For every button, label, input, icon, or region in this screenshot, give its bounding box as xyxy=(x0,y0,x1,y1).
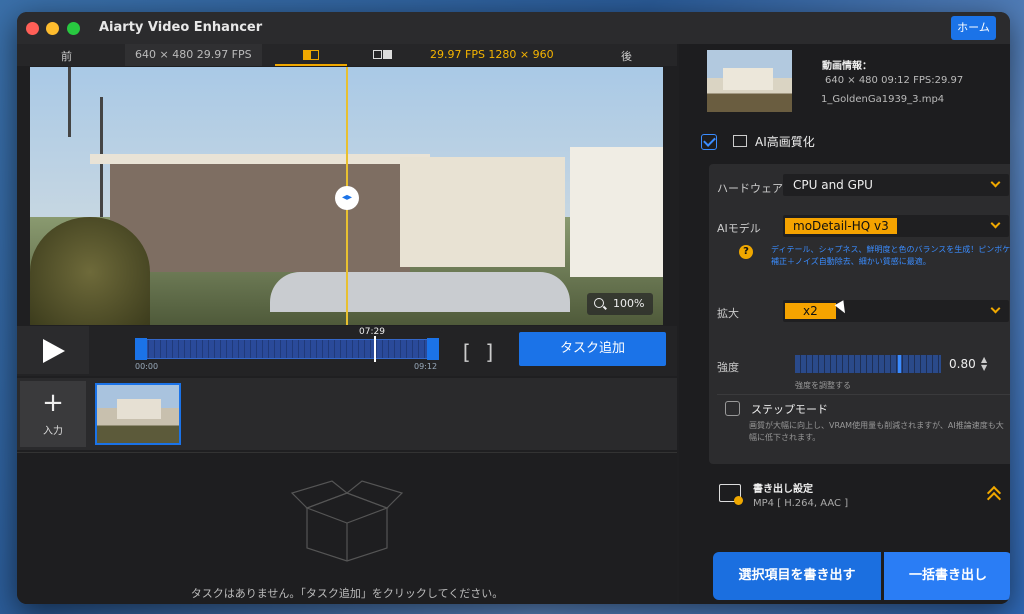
plus-icon: + xyxy=(42,388,64,418)
zoom-value: 100% xyxy=(613,297,645,310)
task-list-area: タスクはありません。「タスク追加」をクリックしてください。 xyxy=(17,452,677,604)
timeline-track[interactable] xyxy=(136,339,438,359)
video-thumbnail xyxy=(707,50,792,112)
help-icon[interactable]: ? xyxy=(739,245,753,259)
step-mode-title: ステップモード xyxy=(751,403,828,416)
export-settings[interactable]: 書き出し設定 MP4 [ H.264, AAC ] xyxy=(709,476,1010,528)
minimize-window-button[interactable] xyxy=(46,22,59,35)
play-icon xyxy=(43,339,65,363)
split-view-toggle[interactable] xyxy=(275,44,347,66)
building-image xyxy=(90,154,430,272)
ai-enhance-header: AI高画質化 xyxy=(693,130,1002,162)
settings-panel: 動画情報： 640 × 480 09:12 FPS:29.97 1_Golden… xyxy=(679,44,1010,604)
timeline-current-time: 07:29 xyxy=(359,327,385,337)
clip-strip: + 入力 xyxy=(17,378,677,450)
chevron-down-icon xyxy=(990,177,1001,188)
compare-bar: 前 640 × 480 29.97 FPS 29.97 FPS 1280 × 9… xyxy=(17,44,677,66)
zoom-indicator[interactable]: 100% xyxy=(587,293,653,315)
export-all-button[interactable]: 一括書き出し xyxy=(884,552,1010,600)
clip-thumbnail[interactable] xyxy=(95,383,181,445)
transport-bar: 07:29 00:00 09:12 [ ] タスク追加 xyxy=(17,326,677,376)
zoom-window-button[interactable] xyxy=(67,22,80,35)
ai-enhance-title: AI高画質化 xyxy=(755,135,815,149)
trim-start-handle[interactable] xyxy=(135,338,147,360)
empty-box-icon xyxy=(290,480,404,562)
home-button[interactable]: ホーム xyxy=(951,16,996,40)
magnifier-icon xyxy=(594,298,604,308)
strength-label: 強度 xyxy=(717,361,739,374)
close-window-button[interactable] xyxy=(26,22,39,35)
add-input-button[interactable]: + 入力 xyxy=(20,381,86,447)
add-task-button[interactable]: タスク追加 xyxy=(519,332,666,366)
title-bar: Aiarty Video Enhancer ホーム xyxy=(17,12,1010,44)
split-view-icon xyxy=(303,50,319,60)
timeline-start-time: 00:00 xyxy=(135,362,159,371)
scale-label: 拡大 xyxy=(717,307,739,320)
hardware-label: ハードウェア xyxy=(717,182,783,195)
ai-settings-box: ハードウェア CPU and GPU AIモデル moDetail-HQ v3 … xyxy=(709,164,1010,464)
play-button[interactable] xyxy=(17,326,89,374)
after-label: 後 xyxy=(621,50,632,63)
export-settings-title: 書き出し設定 xyxy=(753,484,813,495)
ai-enhance-checkbox[interactable] xyxy=(701,134,717,150)
video-file-name: 1_GoldenGa1939_3.mp4 xyxy=(821,94,945,105)
ai-model-select[interactable]: moDetail-HQ v3 xyxy=(783,215,1009,237)
strength-stepper[interactable]: ▲ ▼ xyxy=(981,356,987,372)
side-by-side-icon xyxy=(373,50,382,59)
before-info: 640 × 480 29.97 FPS xyxy=(125,44,262,66)
side-by-side-toggle[interactable] xyxy=(371,44,397,66)
hardware-value: CPU and GPU xyxy=(793,178,873,192)
ai-model-value: moDetail-HQ v3 xyxy=(785,218,897,234)
video-info-title: 動画情報： xyxy=(822,61,872,72)
hardware-select[interactable]: CPU and GPU xyxy=(783,174,1009,196)
export-format: MP4 [ H.264, AAC ] xyxy=(753,498,849,509)
video-preview[interactable]: ◂▸ 100% xyxy=(30,67,663,325)
set-in-point-button[interactable]: [ xyxy=(460,340,472,364)
step-mode-checkbox[interactable] xyxy=(725,401,740,416)
strength-hint: 強度を調整する xyxy=(795,381,851,390)
video-info-line: 640 × 480 09:12 FPS:29.97 xyxy=(825,75,964,86)
set-out-point-button[interactable]: ] xyxy=(484,340,496,364)
scale-select[interactable]: x2 xyxy=(783,300,1009,322)
add-input-label: 入力 xyxy=(43,426,63,437)
empty-task-message: タスクはありません。「タスク追加」をクリックしてください。 xyxy=(190,587,504,600)
strength-value[interactable]: 0.80 xyxy=(949,357,976,371)
after-info: 29.97 FPS 1280 × 960 xyxy=(430,48,554,61)
ai-model-label: AIモデル xyxy=(717,222,761,235)
step-mode-description: 画質が大幅に向上し、VRAM使用量も削減されますが、AI推論速度も大幅に低下され… xyxy=(749,421,1004,442)
scale-value: x2 xyxy=(785,303,836,319)
strength-slider[interactable] xyxy=(795,355,941,373)
timeline-end-time: 09:12 xyxy=(414,362,438,371)
app-window: Aiarty Video Enhancer ホーム 前 640 × 480 29… xyxy=(17,12,1010,604)
ai-model-description: ディテール、シャプネス、鮮明度と色のバランスを生成！ピンボケ補正＋ノイズ自動除去… xyxy=(771,245,1010,266)
playhead[interactable] xyxy=(374,336,376,362)
ai-upscale-icon xyxy=(733,135,747,147)
chevron-down-icon xyxy=(990,218,1001,229)
trim-end-handle[interactable] xyxy=(427,338,439,360)
gear-icon xyxy=(734,496,743,505)
app-title: Aiarty Video Enhancer xyxy=(99,20,263,35)
export-selected-button[interactable]: 選択項目を書き出す xyxy=(713,552,881,600)
strength-slider-knob[interactable] xyxy=(897,355,901,373)
chevron-down-icon xyxy=(990,303,1001,314)
before-label: 前 xyxy=(61,50,72,63)
compare-divider-handle[interactable]: ◂▸ xyxy=(335,186,359,210)
